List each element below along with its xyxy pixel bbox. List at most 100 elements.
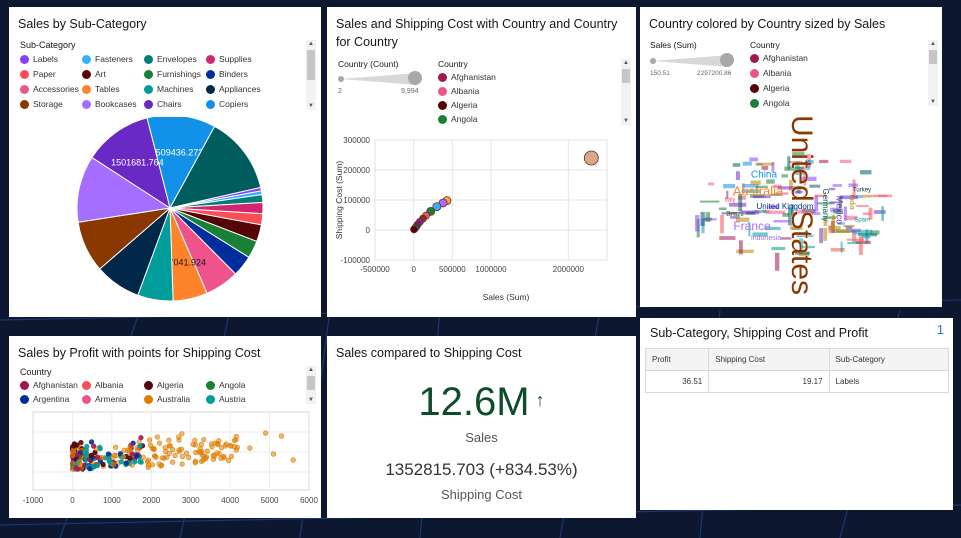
scatter-point[interactable] <box>166 450 172 456</box>
scatter-point[interactable] <box>88 439 95 445</box>
scatter-point[interactable] <box>76 459 83 465</box>
scatter-point[interactable] <box>118 459 124 465</box>
scroll-down-icon[interactable]: ▼ <box>306 396 316 404</box>
scatter-point[interactable] <box>223 441 229 447</box>
word-mexico[interactable]: Mexico <box>835 196 845 225</box>
legend-item-furnishings[interactable]: Furnishings <box>144 69 201 79</box>
legend-scrollbar[interactable]: ▲ ▼ <box>306 40 316 110</box>
legend-item-supplies[interactable]: Supplies <box>206 54 252 64</box>
scatter-point[interactable] <box>192 437 198 443</box>
scroll-thumb[interactable] <box>307 50 315 80</box>
scroll-up-icon[interactable]: ▲ <box>306 366 316 374</box>
scatter-point[interactable] <box>179 453 186 460</box>
scroll-thumb[interactable] <box>622 69 630 83</box>
scatter-point[interactable] <box>176 434 182 440</box>
word-france[interactable]: France <box>733 219 771 233</box>
legend-item-algeria[interactable]: Algeria <box>750 83 789 93</box>
scatter-point[interactable] <box>211 453 217 459</box>
scatter-point[interactable] <box>199 448 205 455</box>
scatter-point[interactable] <box>149 462 156 468</box>
scatter-point[interactable] <box>162 445 168 451</box>
legend-item-armenia[interactable]: Armenia <box>82 394 127 404</box>
legend-item-australia[interactable]: Australia <box>144 394 190 404</box>
scatter-point[interactable] <box>113 444 119 450</box>
legend-item-angola[interactable]: Angola <box>438 114 477 124</box>
legend-scrollbar[interactable]: ▲ ▼ <box>621 59 631 125</box>
scatter-point[interactable] <box>192 442 199 448</box>
scatter-point[interactable] <box>192 460 198 466</box>
scatter-point[interactable] <box>228 453 235 459</box>
word-united-kingdom[interactable]: United Kingdom <box>757 202 814 211</box>
scatter-point[interactable] <box>71 443 77 449</box>
legend-item-tables[interactable]: Tables <box>82 84 120 94</box>
word-china[interactable]: China <box>751 170 778 181</box>
scatter-point[interactable] <box>147 442 154 448</box>
legend-item-afghanistan[interactable]: Afghanistan <box>438 72 496 82</box>
word-australia[interactable]: Australia <box>733 183 784 198</box>
scatter-point[interactable] <box>198 458 205 465</box>
legend-scrollbar[interactable]: ▲ ▼ <box>306 366 316 404</box>
word-brazil[interactable]: Brazil <box>726 211 744 218</box>
scatter-point[interactable] <box>179 461 185 467</box>
legend-item-albania[interactable]: Albania <box>750 68 791 78</box>
legend-item-envelopes[interactable]: Envelopes <box>144 54 197 64</box>
scatter-point[interactable] <box>201 436 207 443</box>
scatter-point[interactable] <box>225 457 232 463</box>
legend-item-argentina[interactable]: Argentina <box>20 394 69 404</box>
legend-item-angola[interactable]: Angola <box>750 98 789 108</box>
scatter-point[interactable] <box>121 447 127 453</box>
scatter-point[interactable] <box>69 461 76 467</box>
scatter-point[interactable] <box>147 437 153 443</box>
scatter-point[interactable] <box>183 450 190 456</box>
scatter-point[interactable] <box>97 446 103 452</box>
scatter-point[interactable] <box>106 456 112 462</box>
scatter-point[interactable] <box>137 459 143 465</box>
scatter-point[interactable] <box>145 457 151 463</box>
scatter-point[interactable] <box>123 460 129 466</box>
row-count[interactable]: 1 <box>937 322 944 337</box>
scroll-up-icon[interactable]: ▲ <box>621 59 631 67</box>
word-italy[interactable]: Italy <box>724 198 735 204</box>
legend-item-austria[interactable]: Austria <box>206 394 245 404</box>
scatter-point[interactable] <box>218 445 225 451</box>
scatter-point[interactable] <box>186 454 192 460</box>
table-row[interactable]: 36.51 19.17 Labels <box>644 370 950 393</box>
scatter-point[interactable] <box>583 150 599 166</box>
scatter-point[interactable] <box>216 438 222 444</box>
scatter-point[interactable] <box>69 453 76 459</box>
legend-item-paper[interactable]: Paper <box>20 69 56 79</box>
scatter-point[interactable] <box>83 450 89 456</box>
scatter-point[interactable] <box>176 449 182 455</box>
legend-item-algeria[interactable]: Algeria <box>438 100 477 110</box>
scroll-down-icon[interactable]: ▼ <box>621 117 631 125</box>
scatter-point[interactable] <box>198 441 204 448</box>
scatter-point[interactable] <box>105 451 112 457</box>
scroll-up-icon[interactable]: ▲ <box>928 40 938 48</box>
scatter-point[interactable] <box>263 430 269 436</box>
scatter-point[interactable] <box>156 461 162 467</box>
legend-item-art[interactable]: Art <box>82 69 106 79</box>
legend-item-bookcases[interactable]: Bookcases <box>82 99 137 109</box>
scroll-thumb[interactable] <box>307 376 315 390</box>
scroll-thumb[interactable] <box>929 50 937 64</box>
scatter-point[interactable] <box>127 444 133 451</box>
legend-item-storage[interactable]: Storage <box>20 99 63 109</box>
scatter-point[interactable] <box>132 459 138 465</box>
scatter-point[interactable] <box>73 465 79 471</box>
scatter-point[interactable] <box>169 459 176 465</box>
word-germany[interactable]: Germany <box>821 189 830 222</box>
scatter-point[interactable] <box>94 462 100 469</box>
scatter-point[interactable] <box>247 445 253 451</box>
legend-item-binders[interactable]: Binders <box>206 69 248 79</box>
legend-item-angola[interactable]: Angola <box>206 380 245 390</box>
scatter-point[interactable] <box>410 225 418 234</box>
scatter-point[interactable] <box>290 457 296 463</box>
column-header-profit[interactable]: Profit <box>644 348 710 371</box>
scroll-down-icon[interactable]: ▼ <box>928 98 938 106</box>
scatter-point[interactable] <box>70 447 76 453</box>
legend-item-algeria[interactable]: Algeria <box>144 380 183 390</box>
legend-item-afghanistan[interactable]: Afghanistan <box>20 380 78 390</box>
scatter-point[interactable] <box>87 466 93 472</box>
scatter-point[interactable] <box>172 452 178 459</box>
legend-item-fasteners[interactable]: Fasteners <box>82 54 133 64</box>
